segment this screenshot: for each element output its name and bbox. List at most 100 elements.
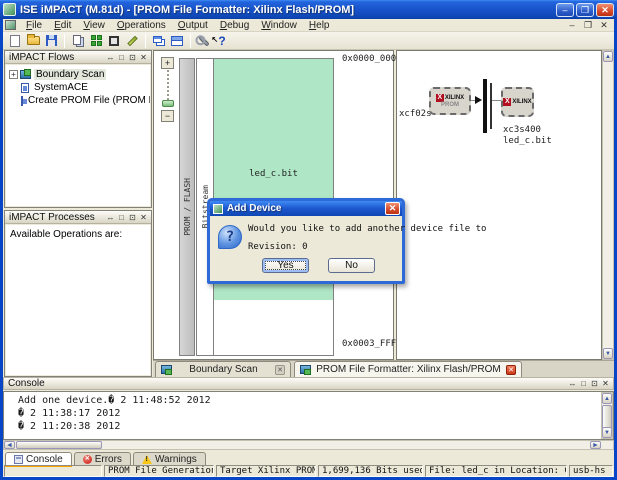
- menu-view[interactable]: View: [77, 20, 111, 31]
- console-output[interactable]: Add one device.� 2 11:48:52 2012 � 2 11:…: [3, 391, 614, 440]
- prom-device[interactable]: X XILINX PROM: [429, 87, 471, 115]
- scrollbar-thumb[interactable]: [602, 405, 612, 429]
- question-icon: ?: [218, 225, 242, 249]
- maximize-icon[interactable]: ❐: [576, 3, 594, 17]
- menu-output[interactable]: Output: [172, 20, 214, 31]
- chain-wire: [492, 100, 501, 101]
- new-file-button[interactable]: [6, 33, 24, 49]
- scroll-left-icon[interactable]: ◄: [4, 441, 15, 449]
- add-device-button[interactable]: [87, 33, 105, 49]
- console-panel: Console ↔ □ ⊡ ✕ Add one device.� 2 11:48…: [3, 377, 614, 477]
- menu-debug[interactable]: Debug: [214, 20, 255, 31]
- tab-boundary-scan[interactable]: Boundary Scan ✕: [155, 361, 291, 377]
- right-canvas-scrollbar[interactable]: ▲ ▼: [602, 50, 614, 360]
- boundary-scan-icon: [20, 70, 31, 79]
- copy-button[interactable]: [69, 33, 87, 49]
- mdi-restore-icon[interactable]: ❐: [582, 20, 594, 31]
- menu-edit[interactable]: Edit: [48, 20, 77, 31]
- available-operations-text: Available Operations are:: [6, 225, 150, 244]
- no-button[interactable]: No: [328, 258, 375, 273]
- edit-button[interactable]: [123, 33, 141, 49]
- tab-warnings[interactable]: Warnings: [133, 452, 206, 465]
- console-scrollbar[interactable]: ▲ ▼: [601, 392, 613, 439]
- table-view-button[interactable]: [168, 33, 186, 49]
- toolbar-separator: [64, 34, 65, 48]
- document-icon: [5, 20, 16, 30]
- warning-icon: [142, 455, 152, 464]
- scroll-down-icon[interactable]: ▼: [602, 427, 612, 438]
- minimize-icon[interactable]: –: [556, 3, 574, 17]
- cascade-windows-button[interactable]: [150, 33, 168, 49]
- panel-close-icon[interactable]: ✕: [138, 213, 149, 222]
- tab-prom-file-formatter[interactable]: PROM File Formatter: Xilinx Flash/PROM ✕: [294, 361, 522, 377]
- xilinx-logo-icon: X: [503, 98, 511, 106]
- panel-undock-icon[interactable]: ↔: [567, 379, 578, 388]
- tree-item-boundary-scan[interactable]: + Boundary Scan: [9, 68, 150, 81]
- status-file-location: File: led_c in Location: G:\EDA_XC3S400_…: [425, 465, 567, 477]
- panel-float-icon[interactable]: ⊡: [589, 379, 600, 388]
- panel-maximize-icon[interactable]: □: [116, 53, 127, 62]
- prom-flash-bar: PROM / FLASH: [179, 58, 195, 356]
- mdi-close-icon[interactable]: ✕: [598, 20, 610, 31]
- save-button[interactable]: [42, 33, 60, 49]
- zoom-slider-track[interactable]: [167, 70, 169, 100]
- tab-close-icon[interactable]: ✕: [506, 365, 516, 375]
- cascade-icon: [153, 36, 162, 43]
- open-file-button[interactable]: [24, 33, 42, 49]
- menu-bar: File Edit View Operations Output Debug W…: [3, 19, 614, 32]
- tab-close-icon[interactable]: ✕: [275, 365, 285, 375]
- panel-close-icon[interactable]: ✕: [600, 379, 611, 388]
- fpga-device-name: xc3s400: [503, 125, 541, 135]
- panel-undock-icon[interactable]: ↔: [105, 53, 116, 62]
- status-mode: PROM File Generation: [104, 465, 214, 477]
- console-horizontal-scrollbar[interactable]: ◄ ►: [3, 440, 614, 450]
- panel-float-icon[interactable]: ⊡: [127, 213, 138, 222]
- menu-window[interactable]: Window: [255, 20, 303, 31]
- panel-float-icon[interactable]: ⊡: [127, 53, 138, 62]
- menu-operations[interactable]: Operations: [111, 20, 172, 31]
- zoom-slider-handle[interactable]: [162, 100, 174, 107]
- scroll-up-icon[interactable]: ▲: [602, 393, 612, 404]
- yes-button[interactable]: Yes: [262, 258, 309, 273]
- console-panel-title: Console: [8, 378, 567, 389]
- panel-undock-icon[interactable]: ↔: [105, 213, 116, 222]
- panel-maximize-icon[interactable]: □: [578, 379, 589, 388]
- tab-console[interactable]: Console: [5, 452, 72, 465]
- chip-button[interactable]: [105, 33, 123, 49]
- scrollbar-thumb[interactable]: [16, 441, 102, 449]
- device-chain-canvas: X XILINX PROM xcf02s X XILINX xc3s400 le…: [396, 50, 602, 360]
- tab-errors[interactable]: ✕ Errors: [74, 452, 131, 465]
- open-folder-icon: [27, 36, 40, 45]
- panel-close-icon[interactable]: ✕: [138, 53, 149, 62]
- chain-bus-bar: [490, 83, 492, 129]
- zoom-in-icon[interactable]: +: [161, 57, 174, 69]
- wrench-icon: [198, 35, 209, 46]
- impact-processes-panel: iMPACT Processes ↔ □ ⊡ ✕ Available Opera…: [4, 210, 152, 377]
- expander-icon[interactable]: +: [9, 70, 18, 79]
- close-icon[interactable]: ✕: [596, 3, 614, 17]
- app-icon: [3, 3, 16, 16]
- menu-file[interactable]: File: [20, 20, 48, 31]
- scroll-right-icon[interactable]: ►: [590, 441, 601, 449]
- dialog-title-bar[interactable]: Add Device ✕: [210, 201, 402, 216]
- chain-bus-bar: [483, 79, 487, 133]
- panel-maximize-icon[interactable]: □: [116, 213, 127, 222]
- tree-item-create-prom-file[interactable]: Create PROM File (PROM File Form···: [9, 94, 150, 107]
- zoom-out-icon[interactable]: −: [161, 110, 174, 122]
- context-help-button[interactable]: ?: [213, 33, 231, 49]
- scroll-up-icon[interactable]: ▲: [603, 51, 613, 62]
- document-tab-bar: Boundary Scan ✕ PROM File Formatter: Xil…: [153, 360, 614, 377]
- new-file-icon: [10, 35, 20, 47]
- settings-button[interactable]: [195, 33, 213, 49]
- pencil-icon: [127, 35, 138, 46]
- dialog-title: Add Device: [227, 203, 385, 214]
- menu-help[interactable]: Help: [303, 20, 336, 31]
- scroll-down-icon[interactable]: ▼: [603, 348, 613, 359]
- tab-device-icon: [161, 365, 172, 374]
- fpga-device[interactable]: X XILINX: [501, 87, 534, 117]
- mdi-minimize-icon[interactable]: –: [566, 20, 578, 31]
- add-device-dialog: Add Device ✕ ? Would you like to add ano…: [207, 198, 405, 284]
- tree-item-systemace[interactable]: SystemACE: [9, 81, 150, 94]
- dialog-close-icon[interactable]: ✕: [385, 202, 400, 215]
- dialog-message-line2: Revision: 0: [248, 242, 308, 252]
